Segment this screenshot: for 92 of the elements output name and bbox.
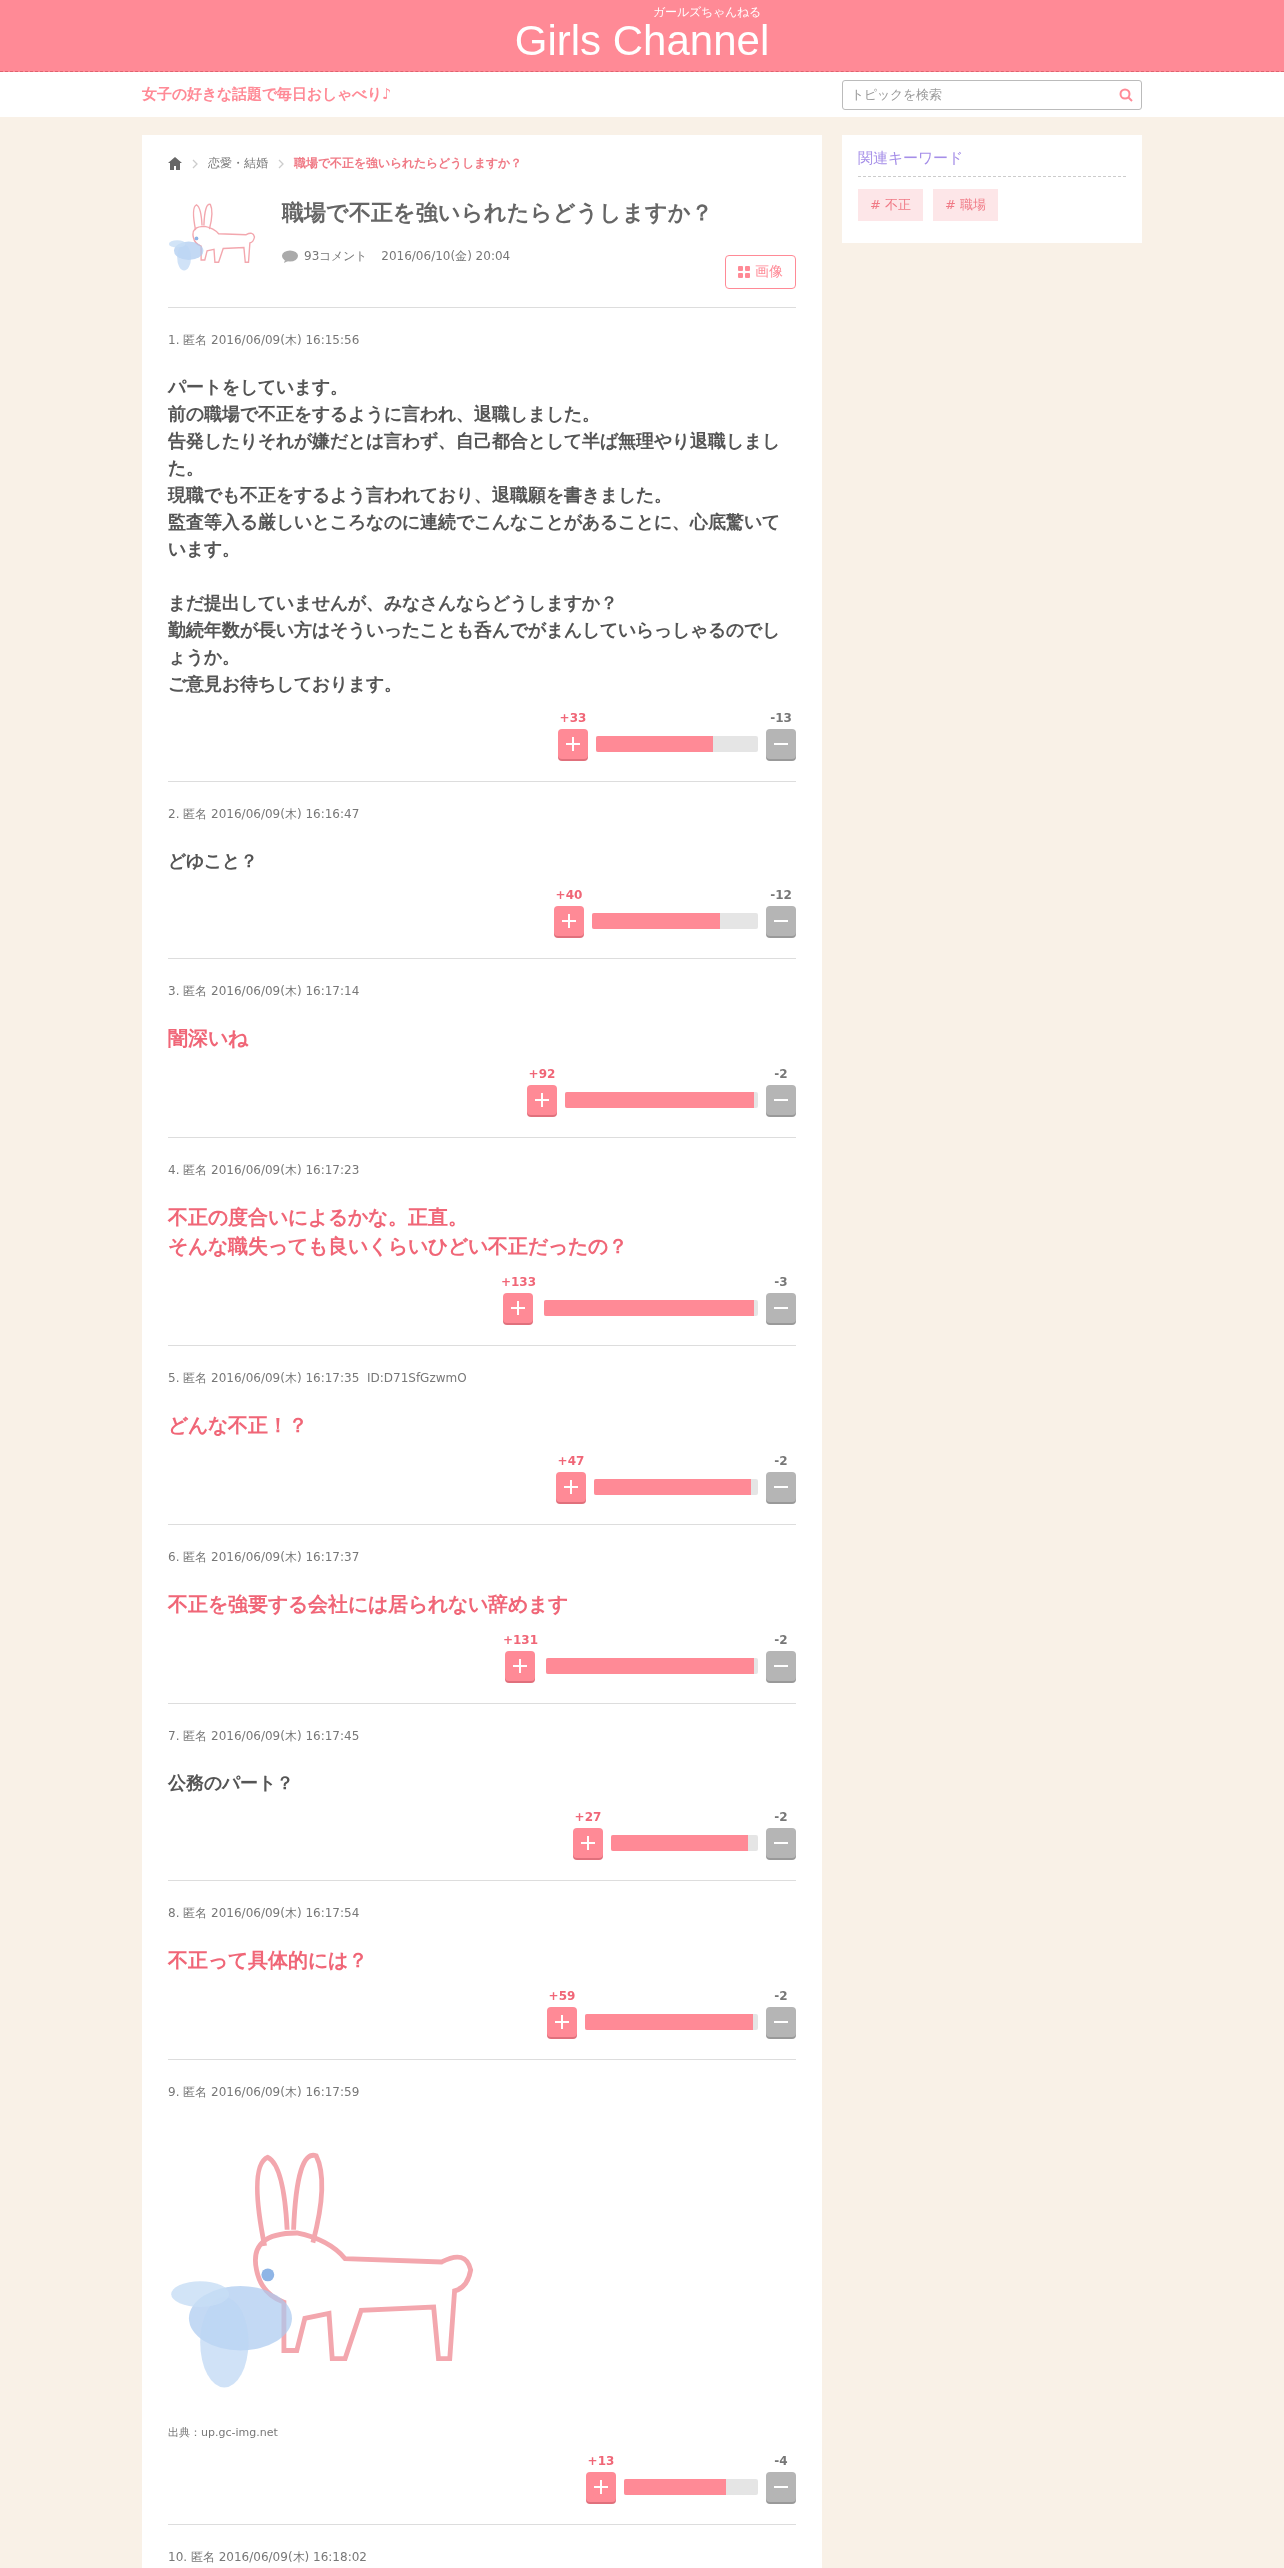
image-button[interactable]: 画像 — [725, 255, 796, 289]
minus-button[interactable] — [766, 2007, 796, 2037]
plus-icon — [512, 1658, 529, 1674]
comment-meta: 3. 匿名 2016/06/09(木) 16:17:14 — [168, 983, 361, 1000]
comment-text: 闇深いね — [168, 1025, 250, 1052]
breadcrumb-link[interactable]: 恋愛・結婚 — [208, 155, 268, 172]
minus-icon — [773, 1485, 789, 1489]
minus-button[interactable] — [766, 1085, 796, 1115]
search-icon[interactable] — [1119, 87, 1133, 102]
keyword-tag[interactable]: # 不正 — [858, 189, 924, 221]
comment-text: 公務のパート？ — [168, 1771, 295, 1795]
site-logo[interactable]: Girls Channel — [514, 19, 770, 63]
minus-icon — [773, 1098, 789, 1102]
keyword-tag[interactable]: # 職場 — [933, 189, 999, 221]
tagline: 女子の好きな話題で毎日おしゃべり♪ — [142, 85, 392, 104]
plus-count: +27 — [574, 1810, 602, 1824]
minus-icon — [773, 1841, 789, 1845]
comment-meta: 8. 匿名 2016/06/09(木) 16:17:54 — [168, 1905, 361, 1922]
minus-count: -2 — [774, 1633, 788, 1647]
plus-count: +133 — [500, 1275, 536, 1289]
home-icon[interactable] — [168, 157, 182, 170]
minus-icon — [773, 2485, 789, 2489]
image-source: 出典：up.gc-img.net — [168, 2425, 279, 2440]
plus-button[interactable] — [503, 1293, 534, 1323]
comment-count: 93コメント — [304, 248, 368, 265]
minus-icon — [773, 742, 789, 746]
comment-meta: 9. 匿名 2016/06/09(木) 16:17:59 — [168, 2084, 361, 2101]
topic-title: 職場で不正を強いられたらどうしますか？ — [282, 199, 714, 227]
minus-icon — [773, 919, 789, 923]
breadcrumb-link[interactable]: 職場で不正を強いられたらどうしますか？ — [294, 155, 522, 172]
minus-icon — [773, 2020, 789, 2024]
minus-icon — [773, 1306, 789, 1310]
plus-count: +13 — [587, 2454, 615, 2468]
comment-meta: 10. 匿名 2016/06/09(木) 16:18:02 — [168, 2549, 368, 2566]
minus-button[interactable] — [766, 1828, 796, 1858]
comment-meta: 5. 匿名 2016/06/09(木) 16:17:35 ID:D71SfGzwmO — [168, 1370, 468, 1387]
minus-button[interactable] — [766, 1293, 796, 1323]
plus-button[interactable] — [505, 1651, 536, 1681]
minus-button[interactable] — [766, 729, 796, 759]
plus-count: +40 — [555, 888, 583, 902]
comment-text: どんな不正！？ — [168, 1412, 309, 1439]
minus-count: -4 — [774, 2454, 788, 2468]
plus-button[interactable] — [527, 1085, 557, 1115]
plus-icon — [563, 1479, 579, 1495]
topic-date: 2016/06/10(金) 20:04 — [381, 248, 511, 265]
logo-kana: ガールズちゃんねる — [653, 5, 762, 19]
comment-text: どゆこと？ — [168, 849, 259, 873]
speech-bubble-icon — [282, 250, 298, 263]
plus-icon — [534, 1092, 550, 1108]
plus-icon — [580, 1835, 596, 1851]
minus-button[interactable] — [766, 2472, 796, 2502]
minus-count: -2 — [774, 1810, 788, 1824]
minus-count: -2 — [774, 1454, 788, 1468]
comment-text: パートをしています。 前の職場で不正をするように言われ、退職しました。 告発したりそれが嫌だとは言わず、自己都合として半ば無理やり退職しました。 現職でも不正をするよう言われており、退職願を書きました。 監査等入る厳しいところなのに連続でこんなことがあることに、心底驚いています。 まだ提出していませんが、みなさんならどうしますか？ 勤続年数が長い方はそういったことも呑んでがまんしていらっしゃるのでしょうか。 ご意見お待ちしております。 — [168, 375, 781, 696]
minus-count: -13 — [770, 711, 792, 725]
comment-meta: 1. 匿名 2016/06/09(木) 16:15:56 — [168, 332, 361, 349]
minus-count: -2 — [774, 1067, 788, 1081]
comment-meta: 6. 匿名 2016/06/09(木) 16:17:37 — [168, 1549, 361, 1566]
comment-text: 不正の度合いによるかな。正直。 そんな職失っても良いくらいひどい不正だったの？ — [168, 1204, 629, 1260]
plus-button[interactable] — [556, 1472, 586, 1502]
plus-button[interactable] — [586, 2472, 616, 2502]
grid-icon — [738, 266, 750, 278]
minus-icon — [773, 1664, 789, 1668]
plus-icon — [561, 913, 577, 929]
plus-icon — [593, 2479, 609, 2495]
search-field[interactable]: トピックを検索 — [842, 79, 1142, 110]
comment-text: 不正を強要する会社には居られない辞めます — [168, 1591, 569, 1618]
plus-count: +59 — [548, 1989, 576, 2003]
minus-button[interactable] — [766, 906, 796, 936]
plus-icon — [565, 736, 581, 752]
comment-meta: 2. 匿名 2016/06/09(木) 16:16:47 — [168, 806, 361, 823]
chevron-icon — [192, 158, 198, 169]
plus-button[interactable] — [554, 906, 584, 936]
minus-count: -3 — [774, 1275, 788, 1289]
sidebar-title: 関連キーワード — [858, 149, 1126, 177]
plus-button[interactable] — [547, 2007, 577, 2037]
plus-icon — [554, 2014, 570, 2030]
comment-meta: 7. 匿名 2016/06/09(木) 16:17:45 — [168, 1728, 361, 1745]
plus-button[interactable] — [558, 729, 588, 759]
plus-count: +92 — [528, 1067, 556, 1081]
plus-button[interactable] — [573, 1828, 603, 1858]
minus-button[interactable] — [766, 1472, 796, 1502]
plus-icon — [510, 1300, 527, 1316]
comment-text: 不正って具体的には？ — [168, 1947, 369, 1974]
comment-meta: 4. 匿名 2016/06/09(木) 16:17:23 — [168, 1162, 361, 1179]
minus-count: -2 — [774, 1989, 788, 2003]
minus-button[interactable] — [766, 1651, 796, 1681]
plus-count: +47 — [557, 1454, 585, 1468]
plus-count: +33 — [559, 711, 587, 725]
plus-count: +131 — [502, 1633, 538, 1647]
minus-count: -12 — [770, 888, 792, 902]
chevron-icon — [278, 158, 284, 169]
